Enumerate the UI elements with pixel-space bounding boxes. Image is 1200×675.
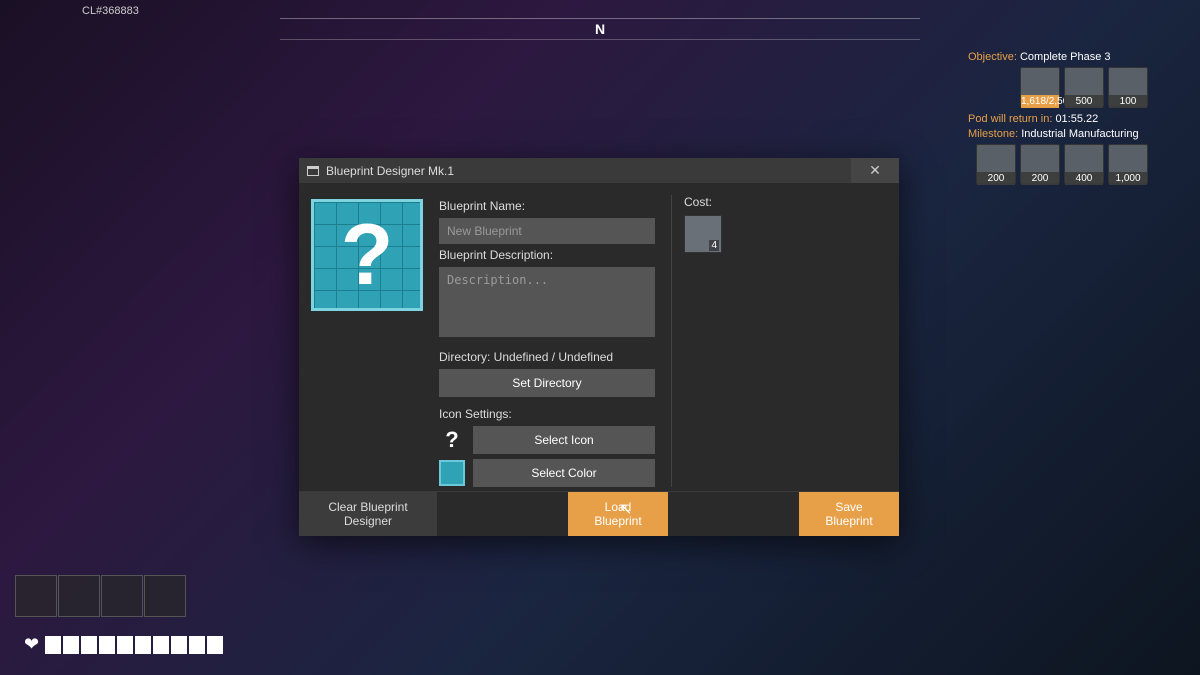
compass-north: N <box>595 21 605 37</box>
pod-line: Pod will return in: 01:55.22 <box>968 113 1148 125</box>
health-segments <box>45 636 223 654</box>
cost-panel: Cost: 4 <box>671 195 887 487</box>
select-color-button[interactable]: Select Color <box>473 459 655 487</box>
hud-item-count: 1,618/2,500 <box>1021 95 1059 108</box>
desc-label: Blueprint Description: <box>439 248 655 262</box>
health-segment <box>63 636 79 654</box>
hud-item-count: 1,000 <box>1109 172 1147 185</box>
load-blueprint-button[interactable]: Load Blueprint <box>568 492 668 536</box>
compass-bar: N <box>280 18 920 40</box>
hud-item: 500 <box>1064 67 1104 107</box>
hud-item: 200 <box>976 144 1016 184</box>
milestone-value: Industrial Manufacturing <box>1021 128 1138 140</box>
health-segment <box>153 636 169 654</box>
objective-value: Complete Phase 3 <box>1020 51 1111 63</box>
icon-preview-question-icon: ? <box>439 427 465 453</box>
blueprint-preview-icon: ? <box>311 199 423 311</box>
close-button[interactable]: ✕ <box>851 158 899 183</box>
hud-item: 1,000 <box>1108 144 1148 184</box>
icon-settings-label: Icon Settings: <box>439 407 655 421</box>
milestone-label: Milestone: <box>968 128 1018 140</box>
hud-item-count: 200 <box>1021 172 1059 185</box>
health-bar: ❤ <box>24 634 223 655</box>
blueprint-name-input[interactable] <box>439 218 655 244</box>
save-blueprint-button[interactable]: Save Blueprint <box>799 492 899 536</box>
objective-items: 1,618/2,500 500 100 <box>968 67 1148 107</box>
hud-item: 1,618/2,500 <box>1020 67 1060 107</box>
health-segment <box>81 636 97 654</box>
cost-item: 4 <box>684 215 722 253</box>
blueprint-form: Blueprint Name: Blueprint Description: D… <box>439 195 655 487</box>
window-icon <box>307 166 319 176</box>
pod-value: 01:55.22 <box>1055 113 1098 125</box>
health-segment <box>189 636 205 654</box>
health-segment <box>99 636 115 654</box>
cost-item-count: 4 <box>709 240 719 251</box>
hotbar <box>15 575 186 617</box>
health-segment <box>171 636 187 654</box>
pod-label: Pod will return in: <box>968 113 1052 125</box>
hud-item: 400 <box>1064 144 1104 184</box>
objective-line: Objective: Complete Phase 3 <box>968 51 1148 63</box>
select-icon-button[interactable]: Select Icon <box>473 426 655 454</box>
modal-footer: Clear Blueprint Designer Load Blueprint … <box>299 491 899 536</box>
hud-item: 100 <box>1108 67 1148 107</box>
health-segment <box>207 636 223 654</box>
hud-item-count: 400 <box>1065 172 1103 185</box>
hud-item-count: 200 <box>977 172 1015 185</box>
set-directory-button[interactable]: Set Directory <box>439 369 655 397</box>
close-icon: ✕ <box>869 162 881 179</box>
hud-item: 200 <box>1020 144 1060 184</box>
hud-item-count: 500 <box>1065 95 1103 108</box>
color-swatch <box>439 460 465 486</box>
clear-button[interactable]: Clear Blueprint Designer <box>299 492 437 536</box>
question-icon: ? <box>314 202 420 308</box>
hud-item-count: 100 <box>1109 95 1147 108</box>
health-segment <box>117 636 133 654</box>
health-segment <box>45 636 61 654</box>
hotbar-slot[interactable] <box>144 575 186 617</box>
hotbar-slot[interactable] <box>101 575 143 617</box>
milestone-line: Milestone: Industrial Manufacturing <box>968 128 1148 140</box>
milestone-items: 200 200 400 1,000 <box>968 144 1148 184</box>
modal-titlebar[interactable]: Blueprint Designer Mk.1 ✕ <box>299 158 899 183</box>
hotbar-slot[interactable] <box>58 575 100 617</box>
hotbar-slot[interactable] <box>15 575 57 617</box>
blueprint-designer-modal: Blueprint Designer Mk.1 ✕ ? Blueprint Na… <box>299 158 899 536</box>
directory-label: Directory: Undefined / Undefined <box>439 350 655 364</box>
build-id: CL#368883 <box>82 5 139 17</box>
blueprint-desc-input[interactable] <box>439 267 655 337</box>
hud-panel: Objective: Complete Phase 3 1,618/2,500 … <box>968 48 1148 184</box>
health-segment <box>135 636 151 654</box>
modal-title: Blueprint Designer Mk.1 <box>326 164 851 178</box>
objective-label: Objective: <box>968 51 1017 63</box>
heart-icon: ❤ <box>24 634 39 655</box>
name-label: Blueprint Name: <box>439 199 655 213</box>
cost-label: Cost: <box>684 195 887 209</box>
